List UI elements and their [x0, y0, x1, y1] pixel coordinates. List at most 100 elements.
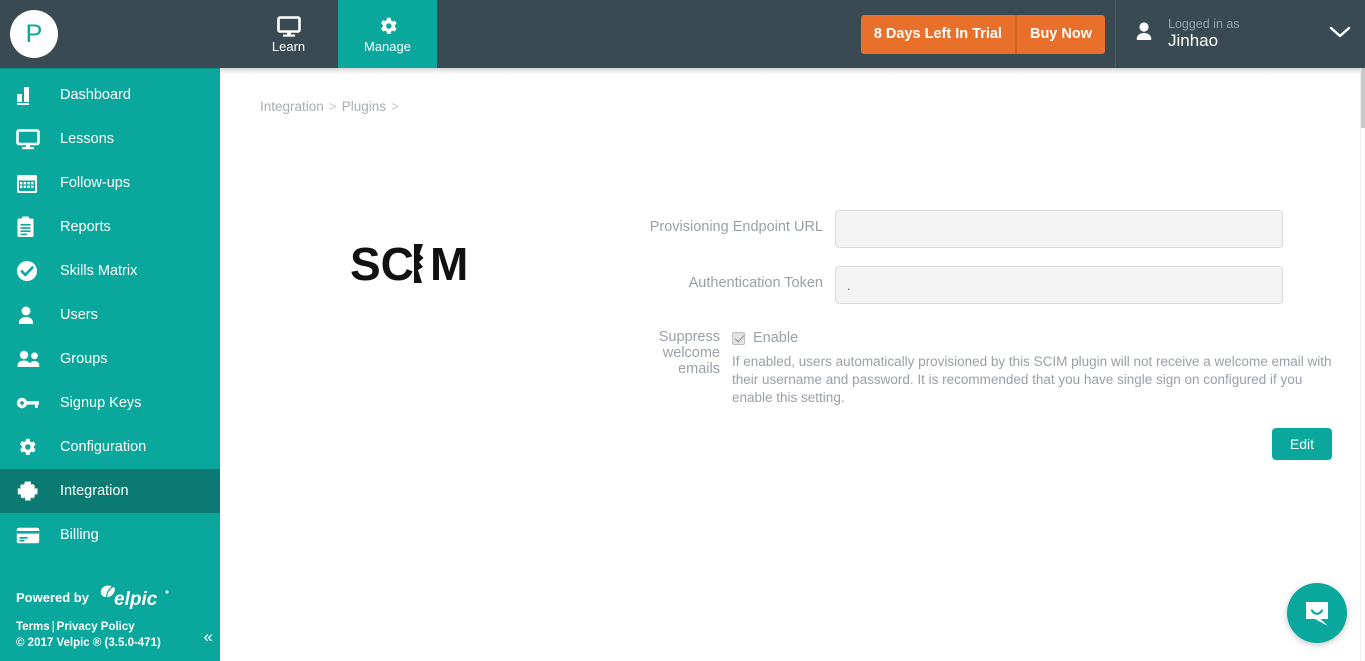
sidebar-item-groups-label: Groups	[60, 351, 108, 367]
sidebar-item-lessons-label: Lessons	[60, 131, 115, 147]
velpic-logo: elpic	[97, 584, 171, 610]
terms-link[interactable]: Terms	[16, 621, 50, 633]
top-navigation: Learn Manage	[239, 0, 437, 68]
sidebar-item-skills-matrix[interactable]: Skills Matrix	[0, 249, 220, 293]
collapse-sidebar-button[interactable]: «	[204, 627, 214, 647]
footer-link-separator: |	[51, 621, 55, 633]
people-icon	[16, 349, 46, 369]
top-header-bar: P Learn Manage 8 Days Left In Trial Buy …	[0, 0, 1365, 68]
sidebar-item-configuration-label: Configuration	[60, 439, 147, 455]
scim-plugin-logo: SC M	[285, 238, 535, 290]
top-nav-learn[interactable]: Learn	[239, 0, 338, 68]
sidebar-item-follow-ups-label: Follow-ups	[60, 175, 131, 191]
breadcrumb-separator: >	[328, 99, 337, 114]
sidebar-items: Dashboard Lessons Follow-ups Reports Ski…	[0, 69, 220, 557]
vertical-scrollbar[interactable]	[1360, 68, 1365, 661]
trial-days-label: 8 Days Left In Trial	[861, 14, 1017, 54]
sidebar-item-follow-ups[interactable]: Follow-ups	[0, 161, 220, 205]
suppress-welcome-emails-help: If enabled, users automatically provisio…	[732, 354, 1332, 405]
clipboard-icon	[16, 216, 46, 238]
sidebar-item-groups[interactable]: Groups	[0, 337, 220, 381]
breadcrumb-item-integration[interactable]: Integration	[260, 99, 324, 114]
breadcrumb-item-plugins[interactable]: Plugins	[342, 99, 386, 114]
gear-icon	[16, 436, 46, 458]
enable-checkbox-row: Enable	[732, 322, 1340, 346]
user-name: Jinhao	[1168, 31, 1219, 51]
svg-text:SC: SC	[350, 238, 414, 290]
authentication-token-field	[835, 266, 1340, 304]
avatar-container: P	[0, 0, 220, 68]
top-nav-manage-label: Manage	[364, 39, 411, 54]
chat-smile-icon	[1306, 602, 1328, 626]
sidebar-item-signup-keys-label: Signup Keys	[60, 395, 142, 411]
sidebar-item-billing-label: Billing	[60, 527, 99, 543]
user-menu[interactable]: Logged in as Jinhao	[1115, 0, 1365, 68]
sidebar-item-dashboard-label: Dashboard	[60, 87, 131, 103]
top-nav-learn-label: Learn	[271, 39, 306, 54]
puzzle-icon	[16, 480, 46, 502]
monitor-icon	[276, 15, 301, 37]
trial-banner: 8 Days Left In Trial Buy Now	[860, 14, 1105, 54]
sidebar-item-skills-matrix-label: Skills Matrix	[60, 263, 138, 279]
svg-text:elpic: elpic	[114, 589, 158, 610]
bar-chart-icon	[16, 85, 46, 105]
sidebar-item-integration-label: Integration	[60, 483, 129, 499]
sidebar-item-integration[interactable]: Integration	[0, 469, 220, 513]
authentication-token-input[interactable]	[835, 266, 1283, 304]
sidebar-item-dashboard[interactable]: Dashboard	[0, 73, 220, 117]
credit-card-icon	[16, 527, 46, 544]
suppress-welcome-emails-label: Suppress welcome emails	[658, 329, 720, 377]
provisioning-endpoint-input[interactable]	[835, 210, 1283, 248]
authentication-token-label: Authentication Token	[688, 275, 823, 291]
enable-checkbox[interactable]	[732, 331, 745, 345]
scim-settings-form: Provisioning Endpoint URL Authentication…	[640, 210, 1340, 425]
sidebar: Dashboard Lessons Follow-ups Reports Ski…	[0, 68, 220, 661]
copyright-text: © 2017 Velpic ® (3.5.0-471)	[16, 637, 161, 649]
chat-bubble-icon[interactable]	[1287, 583, 1347, 643]
edit-button[interactable]: Edit	[1271, 428, 1332, 460]
sidebar-item-billing[interactable]: Billing	[0, 513, 220, 557]
header-filler	[437, 0, 861, 68]
svg-text:M: M	[430, 238, 468, 290]
gear-icon	[377, 15, 399, 37]
breadcrumb: Integration > Plugins >	[260, 99, 404, 114]
person-icon	[1134, 21, 1154, 48]
app-window: P Learn Manage 8 Days Left In Trial Buy …	[0, 0, 1365, 661]
suppress-welcome-emails-field: Enable If enabled, users automatically p…	[732, 322, 1340, 407]
scrollbar-thumb[interactable]	[1361, 68, 1365, 128]
user-info: Logged in as Jinhao	[1168, 17, 1329, 51]
sidebar-item-reports-label: Reports	[60, 219, 111, 235]
provisioning-endpoint-label: Provisioning Endpoint URL	[649, 219, 823, 235]
top-nav-manage[interactable]: Manage	[338, 0, 437, 68]
sidebar-item-users-label: Users	[60, 307, 98, 323]
form-actions: Edit	[1271, 428, 1332, 460]
provisioning-endpoint-field	[835, 210, 1340, 248]
sidebar-item-reports[interactable]: Reports	[0, 205, 220, 249]
privacy-policy-link[interactable]: Privacy Policy	[57, 621, 135, 633]
key-icon	[16, 395, 46, 411]
powered-by-label: Powered by	[16, 589, 89, 605]
footer-links: Terms | Privacy Policy	[16, 621, 220, 633]
sidebar-item-configuration[interactable]: Configuration	[0, 425, 220, 469]
check-circle-icon	[16, 260, 46, 282]
header-shadow	[220, 68, 1365, 74]
person-icon	[16, 305, 46, 326]
sidebar-item-users[interactable]: Users	[0, 293, 220, 337]
form-row-endpoint: Provisioning Endpoint URL	[640, 210, 1340, 248]
sidebar-item-signup-keys[interactable]: Signup Keys	[0, 381, 220, 425]
calendar-icon	[16, 173, 46, 194]
main-content: Integration > Plugins > SC M Provisioning E…	[220, 68, 1365, 661]
avatar[interactable]: P	[10, 10, 58, 58]
buy-now-button[interactable]: Buy Now	[1017, 15, 1105, 54]
form-row-suppress-emails: Suppress welcome emails Enable If enable…	[640, 322, 1340, 407]
logged-in-label: Logged in as	[1168, 17, 1240, 32]
enable-checkbox-label: Enable	[753, 330, 799, 346]
chevron-down-icon[interactable]	[1329, 25, 1351, 44]
scim-logo-icon: SC M	[350, 238, 468, 290]
powered-by: Powered by elpic	[16, 584, 220, 610]
avatar-letter: P	[25, 19, 43, 48]
sidebar-footer: Powered by elpic Terms | Privacy Policy © …	[0, 584, 220, 661]
sidebar-item-lessons[interactable]: Lessons	[0, 117, 220, 161]
monitor-icon	[16, 128, 46, 150]
